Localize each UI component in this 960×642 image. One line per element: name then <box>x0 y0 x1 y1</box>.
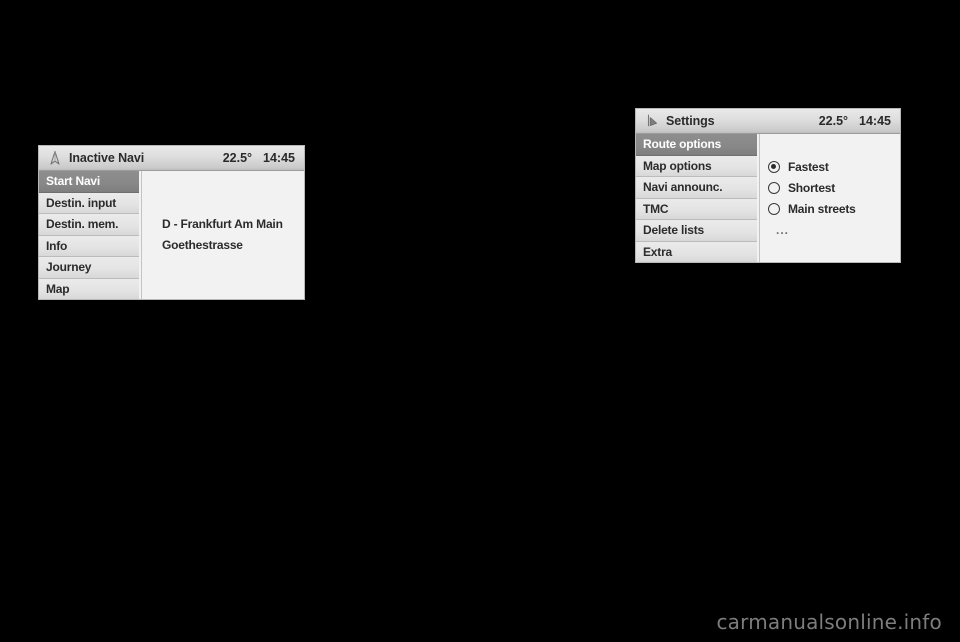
settings-menu-label: Map options <box>643 158 712 173</box>
navi-menu-item-map[interactable]: Map <box>39 278 139 299</box>
navi-temperature: 22.5° <box>222 151 253 165</box>
radio-unselected-icon[interactable] <box>768 181 780 194</box>
settings-menu-item-tmc[interactable]: TMC <box>636 198 757 220</box>
navi-menu-item-info[interactable]: Info <box>39 235 139 257</box>
navi-time: 14:45 <box>263 151 295 165</box>
navi-titlebar: Inactive Navi 22.5° 14:45 <box>39 146 304 171</box>
watermark-text: carmanualsonline.info <box>716 610 942 634</box>
settings-menu-item-map-options[interactable]: Map options <box>636 155 757 177</box>
settings-menu-label: Extra <box>643 244 673 259</box>
navi-menu-label: Map <box>46 281 70 296</box>
settings-title-text: Settings <box>666 114 715 128</box>
destination-city: D - Frankfurt Am Main <box>162 217 283 231</box>
settings-menu-label: Navi announc. <box>643 180 723 195</box>
settings-menu-label: Route options <box>643 137 722 152</box>
navigation-settings-icon <box>647 114 657 127</box>
navi-screen-panel: Inactive Navi 22.5° 14:45 Start Navi Des… <box>38 145 305 300</box>
settings-menu-item-route-options[interactable]: Route options <box>636 134 757 156</box>
destination-street: Goethestrasse <box>162 238 243 252</box>
settings-menu-item-navi-announc[interactable]: Navi announc. <box>636 177 757 199</box>
navi-menu-label: Destin. mem. <box>46 217 119 232</box>
navi-menu-item-destin-input[interactable]: Destin. input <box>39 192 139 214</box>
settings-menu-label: TMC <box>643 201 669 216</box>
settings-menu-item-delete-lists[interactable]: Delete lists <box>636 220 757 242</box>
navi-menu-item-start-navi[interactable]: Start Navi <box>39 171 139 193</box>
navi-menu-label: Journey <box>46 260 92 275</box>
settings-status-group: 22.5° 14:45 <box>819 114 891 128</box>
navi-body: Start Navi Destin. input Destin. mem. In… <box>39 171 304 299</box>
navi-menu-label: Info <box>46 238 68 253</box>
navi-menu-item-journey[interactable]: Journey <box>39 257 139 279</box>
navi-destination-panel: D - Frankfurt Am Main Goethestrasse <box>142 171 304 299</box>
settings-menu-item-extra[interactable]: Extra <box>636 241 757 262</box>
settings-temperature: 22.5° <box>818 114 849 128</box>
settings-titlebar: Settings 22.5° 14:45 <box>636 109 900 134</box>
radio-selected-icon[interactable] <box>768 160 780 173</box>
route-option-label: Shortest <box>788 180 836 195</box>
route-option-fastest[interactable]: Fastest <box>768 156 900 177</box>
settings-screen-panel: Settings 22.5° 14:45 Route options Map o… <box>635 108 901 263</box>
navi-menu-label: Start Navi <box>46 174 101 189</box>
navi-menu-item-destin-mem[interactable]: Destin. mem. <box>39 214 139 236</box>
navi-menu-label: Destin. input <box>46 195 117 210</box>
navi-status-group: 22.5° 14:45 <box>223 151 295 165</box>
radio-unselected-icon[interactable] <box>768 202 780 215</box>
route-option-label: Fastest <box>788 159 829 174</box>
route-options-panel: Fastest Shortest Main streets ... <box>760 134 900 262</box>
route-option-main-streets[interactable]: Main streets <box>768 198 900 219</box>
more-options-indicator[interactable]: ... <box>768 219 900 240</box>
settings-menu-list: Route options Map options Navi announc. … <box>636 134 760 262</box>
route-option-label: Main streets <box>788 201 856 216</box>
navi-title-text: Inactive Navi <box>69 151 145 165</box>
route-option-shortest[interactable]: Shortest <box>768 177 900 198</box>
navi-menu-list: Start Navi Destin. input Destin. mem. In… <box>39 171 142 299</box>
settings-body: Route options Map options Navi announc. … <box>636 134 900 262</box>
navigation-arrow-icon <box>50 150 60 165</box>
settings-time: 14:45 <box>859 114 891 128</box>
settings-menu-label: Delete lists <box>643 223 704 238</box>
